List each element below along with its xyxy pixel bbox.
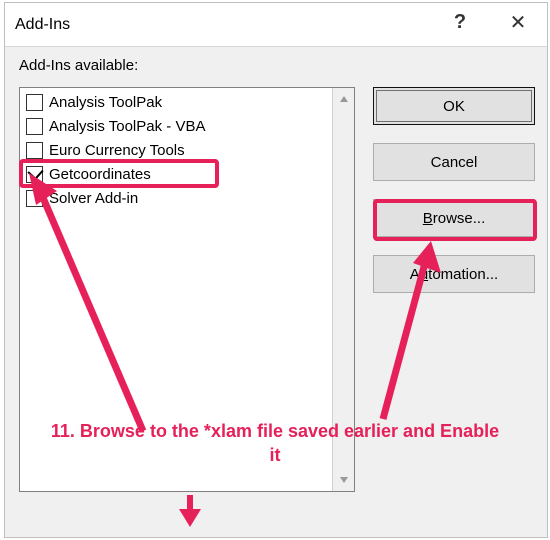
checkbox[interactable] — [26, 118, 43, 135]
close-button[interactable]: ✕ — [491, 3, 545, 41]
item-label: Solver Add-in — [49, 190, 138, 207]
button-column: OK Cancel Browse... Automation... — [373, 87, 535, 311]
list-label: Add-Ins available: — [5, 47, 547, 80]
help-icon: ? — [454, 11, 466, 34]
item-label: Getcoordinates — [49, 166, 151, 183]
scroll-down-icon[interactable] — [333, 469, 354, 491]
list-item[interactable]: Solver Add-in — [23, 186, 329, 210]
checkbox[interactable] — [26, 94, 43, 111]
titlebar: Add-Ins ? ✕ — [5, 3, 547, 47]
list-item[interactable]: Euro Currency Tools — [23, 138, 329, 162]
ok-button[interactable]: OK — [373, 87, 535, 125]
help-button[interactable]: ? — [433, 3, 487, 41]
item-label: Analysis ToolPak — [49, 94, 162, 111]
checkbox[interactable] — [26, 142, 43, 159]
browse-button[interactable]: Browse... — [373, 199, 535, 237]
scroll-up-icon[interactable] — [333, 88, 354, 110]
list-items: Analysis ToolPak Analysis ToolPak - VBA … — [20, 88, 332, 491]
item-label: Euro Currency Tools — [49, 142, 185, 159]
close-icon: ✕ — [510, 10, 527, 35]
list-item[interactable]: Analysis ToolPak - VBA — [23, 114, 329, 138]
list-item[interactable]: Analysis ToolPak — [23, 90, 329, 114]
dialog-content: Analysis ToolPak Analysis ToolPak - VBA … — [19, 87, 533, 531]
addins-dialog: Add-Ins ? ✕ Add-Ins available: Analysis … — [4, 2, 548, 538]
vertical-scrollbar[interactable] — [332, 88, 354, 491]
cancel-button[interactable]: Cancel — [373, 143, 535, 181]
automation-button[interactable]: Automation... — [373, 255, 535, 293]
checkbox[interactable] — [26, 166, 43, 183]
list-item[interactable]: Getcoordinates — [23, 162, 329, 186]
addins-listbox[interactable]: Analysis ToolPak Analysis ToolPak - VBA … — [19, 87, 355, 492]
checkbox[interactable] — [26, 190, 43, 207]
item-label: Analysis ToolPak - VBA — [49, 118, 205, 135]
addin-description-area — [19, 499, 355, 527]
dialog-title: Add-Ins — [5, 16, 70, 34]
